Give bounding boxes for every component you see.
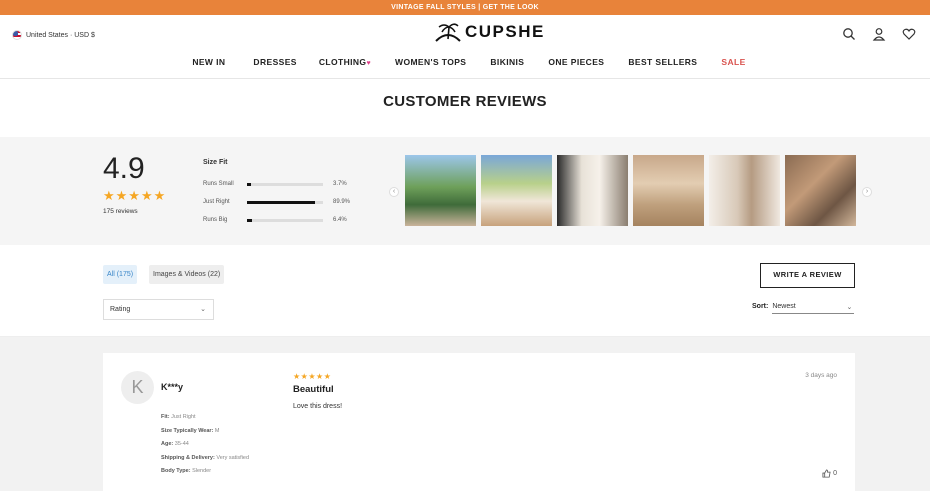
thumbs-up-icon [822, 469, 831, 478]
carousel-prev-icon[interactable]: ‹ [389, 187, 399, 197]
review-photos [405, 155, 856, 226]
page-title: CUSTOMER REVIEWS [383, 93, 547, 110]
fit-label: Just Right [203, 199, 230, 205]
region-label: United States · USD $ [26, 31, 95, 39]
nav-clothing-label: CLOTHING [318, 57, 367, 67]
size-fit: Size Fit Runs Small 3.7% Just Right 89.9… [203, 159, 363, 229]
search-icon[interactable] [842, 27, 856, 41]
review-card: K K***y Fit: Just Right Size Typically W… [103, 353, 855, 491]
review-photo[interactable] [633, 155, 704, 226]
fit-percent: 89.9% [333, 199, 351, 205]
heart-icon: ♥ [366, 60, 372, 67]
helpful-count: 0 [833, 470, 837, 477]
fit-bar [247, 182, 323, 186]
header-icons [842, 27, 916, 41]
review-title: Beautiful [293, 384, 334, 395]
attr-fit: Fit: Just Right [161, 414, 196, 420]
chevron-down-icon: ⌄ [200, 306, 206, 313]
nav-new-in[interactable]: NEW IN [192, 53, 225, 78]
review-count: 175 reviews [103, 208, 138, 215]
rating-select[interactable]: Rating ⌄ [103, 299, 214, 320]
review-body: Love this dress! [293, 403, 343, 410]
wishlist-heart-icon[interactable] [902, 27, 916, 41]
review-date: 3 days ago [805, 372, 837, 379]
sort-select[interactable]: Newest ⌄ [772, 303, 855, 314]
review-photo[interactable] [405, 155, 476, 226]
fit-bar [247, 218, 323, 222]
nav-womens-tops[interactable]: WOMEN'S TOPS [395, 53, 466, 78]
nav-clothing[interactable]: CLOTHING♥ [319, 53, 371, 78]
write-review-button[interactable]: WRITE A REVIEW [760, 263, 855, 288]
carousel-next-icon[interactable]: › [862, 187, 872, 197]
sort-value: Newest [772, 303, 796, 310]
fit-percent: 3.7% [333, 181, 347, 187]
fit-row-big: Runs Big 6.4% [203, 211, 363, 229]
fit-bar-fill [247, 182, 251, 186]
filter-all[interactable]: All (175) [103, 265, 138, 284]
account-icon[interactable] [872, 27, 886, 41]
nav-bikinis[interactable]: BIKINIS [490, 53, 524, 78]
us-flag-icon [12, 30, 22, 40]
attr-body-type: Body Type: Slender [161, 468, 212, 474]
review-photo[interactable] [481, 155, 552, 226]
review-filters: All (175) Images & Videos (22) WRITE A R… [0, 245, 930, 337]
avatar: K [121, 371, 154, 404]
review-photo[interactable] [557, 155, 628, 226]
filter-images-videos[interactable]: Images & Videos (22) [149, 265, 225, 284]
chevron-down-icon: ⌄ [846, 304, 853, 311]
sort-control: Sort: Newest ⌄ [752, 303, 855, 314]
helpful-button[interactable]: 0 [822, 469, 837, 478]
attr-size: Size Typically Wear: M [161, 427, 220, 434]
size-fit-title: Size Fit [203, 159, 228, 166]
rating-select-label: Rating [110, 306, 131, 313]
fit-label: Runs Small [203, 181, 234, 187]
review-photo[interactable] [709, 155, 780, 226]
fit-row-right: Just Right 89.9% [203, 193, 363, 211]
fit-percent: 6.4% [333, 217, 347, 223]
fit-bar-fill [247, 200, 316, 204]
region-selector[interactable]: United States · USD $ [12, 30, 95, 40]
review-photo[interactable] [785, 155, 856, 226]
nav-one-pieces[interactable]: ONE PIECES [548, 53, 604, 78]
reviewer-attributes: Fit: Just Right Size Typically Wear: M A… [161, 411, 249, 479]
logo[interactable]: CUPSHE [434, 21, 545, 43]
review-summary: 4.9 ★★★★★ 175 reviews Size Fit Runs Smal… [0, 137, 930, 245]
palm-tree-logo-icon [435, 23, 461, 42]
attr-shipping: Shipping & Delivery: Very satisfied [161, 454, 250, 461]
sort-label: Sort: [752, 303, 769, 310]
fit-row-small: Runs Small 3.7% [203, 175, 363, 193]
fit-bar-fill [247, 218, 252, 222]
rating-score: 4.9 ★★★★★ 175 reviews [103, 152, 166, 215]
reviewer-name: K***y [161, 382, 184, 392]
nav-dresses[interactable]: DRESSES [253, 53, 296, 78]
nav-best-sellers[interactable]: BEST SELLERS [628, 53, 697, 78]
main-nav: NEW IN DRESSES CLOTHING♥ WOMEN'S TOPS BI… [0, 53, 930, 79]
fit-bar [247, 200, 323, 204]
review-stars-icon: ★★★★★ [293, 372, 332, 381]
site-header: United States · USD $ CUPSHE [0, 15, 930, 53]
logo-text: CUPSHE [465, 22, 545, 41]
attr-age: Age: 35-44 [161, 441, 189, 447]
promo-banner[interactable]: VINTAGE FALL STYLES | GET THE LOOK [0, 0, 930, 15]
rating-stars-icon: ★★★★★ [103, 188, 167, 203]
average-rating: 4.9 [103, 152, 145, 185]
fit-label: Runs Big [203, 217, 228, 223]
review-list: K K***y Fit: Just Right Size Typically W… [0, 337, 930, 491]
nav-sale[interactable]: SALE [721, 53, 745, 78]
